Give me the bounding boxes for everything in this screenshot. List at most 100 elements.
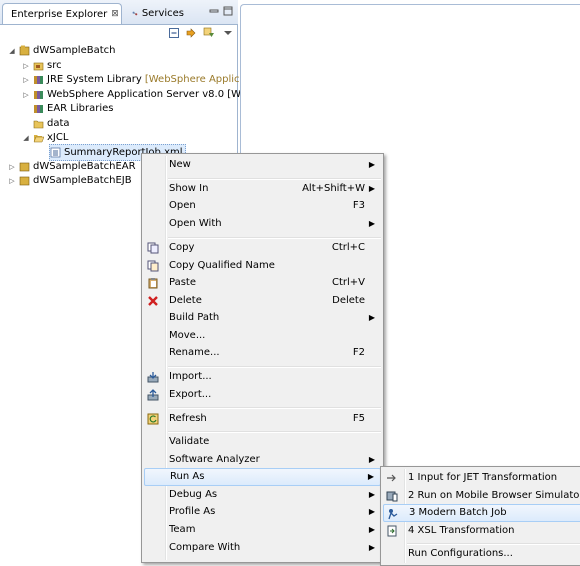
menu-item-validate[interactable]: Validate [144,433,381,451]
delete-icon [148,296,158,306]
menu-label: Run Configurations... [408,548,513,559]
tab-label-enterprise-explorer: Enterprise Explorer [11,8,108,20]
library-icon [34,91,43,99]
menu-label: 1 Input for JET Transformation [408,472,558,483]
project-icon [19,45,30,56]
menu-label: Copy Qualified Name [169,260,275,271]
menu-label: Debug As [169,489,218,500]
submenu-arrow-icon: ▶ [367,472,374,481]
filter-icon[interactable] [203,27,215,39]
menu-accelerator: Delete [332,295,365,306]
collapsed-icon[interactable]: ▷ [22,76,30,84]
collapsed-icon[interactable]: ▷ [22,62,30,70]
menu-label: Copy [169,242,195,253]
tree-item-jre-system-library[interactable]: ▷ JRE System Library [WebSphere Applicat… [22,72,265,87]
submenu-item-jet-transformation[interactable]: 1 Input for JET Transformation [383,469,580,487]
submenu-arrow-icon: ▶ [368,490,375,499]
tab-enterprise-explorer[interactable]: Enterprise Explorer ⊠ [2,3,122,24]
tree-label: src [47,60,62,71]
menu-item-rename[interactable]: Rename... F2 [144,344,381,362]
services-icon [132,11,138,16]
submenu-arrow-icon: ▶ [368,455,375,464]
menu-item-new[interactable]: New ▶ [144,156,381,174]
menu-label: 3 Modern Batch Job [409,507,507,518]
context-menu: New ▶ Show In Alt+Shift+W ▶ Open F3 Open Wit… [141,153,384,563]
menu-item-open-with[interactable]: Open With ▶ [144,215,381,233]
view-toolbar [0,24,238,42]
menu-label: Open With [169,218,222,229]
copy-qualified-icon [147,260,159,272]
menu-item-profile-as[interactable]: Profile As ▶ [144,503,381,521]
menu-label: Refresh [169,413,207,424]
submenu-item-run-configurations[interactable]: Run Configurations... [383,545,580,563]
tree-item-dwsamplebatch[interactable]: ◢ dWSampleBatch [8,43,115,58]
menu-item-export[interactable]: Export... [144,386,381,404]
menu-label: Open [169,200,196,211]
menu-item-refresh[interactable]: Refresh F5 [144,410,381,428]
expanded-icon[interactable]: ◢ [22,134,30,142]
menu-item-show-in[interactable]: Show In Alt+Shift+W ▶ [144,180,381,198]
copy-icon [147,242,159,254]
link-with-editor-icon[interactable] [185,27,197,39]
tab-services[interactable]: Services [128,3,188,24]
tree-label: xJCL [47,132,69,143]
project-icon [19,162,30,172]
collapse-all-icon[interactable] [168,27,180,39]
menu-separator [168,407,381,409]
library-icon [34,76,43,84]
menu-item-import[interactable]: Import... [144,368,381,386]
collapsed-icon[interactable]: ▷ [22,91,30,99]
menu-label: Move... [169,330,206,341]
submenu-item-modern-batch-job[interactable]: 3 Modern Batch Job [383,504,580,522]
tree-label: WebSphere Application Server v8.0 [WebSp… [47,89,269,100]
menu-label: Profile As [169,506,216,517]
submenu-arrow-icon: ▶ [368,160,375,169]
menu-label: Software Analyzer [169,454,260,465]
export-icon [147,389,159,401]
tree-item-xjcl[interactable]: ◢ xJCL [22,130,68,145]
expanded-icon[interactable]: ◢ [8,47,16,55]
menu-item-paste[interactable]: Paste Ctrl+V [144,274,381,292]
menu-item-move[interactable]: Move... [144,327,381,345]
tree-item-dwsamplebatchejb[interactable]: ▷ dWSampleBatchEJB [8,173,131,188]
menu-item-open[interactable]: Open F3 [144,197,381,215]
collapsed-icon[interactable]: ▷ [8,177,16,185]
import-icon [147,372,159,383]
tree-item-websphere-server[interactable]: ▷ WebSphere Application Server v8.0 [Web… [22,87,268,102]
mobile-simulator-icon [386,491,398,502]
project-icon [19,176,30,186]
collapsed-icon[interactable]: ▷ [8,163,16,171]
view-menu-icon[interactable] [222,27,234,39]
close-icon[interactable]: ⊠ [111,9,119,19]
maximize-icon[interactable] [222,5,234,17]
menu-item-copy-qualified-name[interactable]: Copy Qualified Name [144,257,381,275]
menu-item-copy[interactable]: Copy Ctrl+C [144,239,381,257]
tree-item-src[interactable]: ▷ src [22,58,62,73]
run-as-submenu: 1 Input for JET Transformation 2 Run on … [380,466,580,566]
tree-item-ear-libraries[interactable]: EAR Libraries [33,101,113,116]
menu-item-run-as[interactable]: Run As ▶ [144,468,381,486]
menu-item-compare-with[interactable]: Compare With ▶ [144,539,381,557]
menu-item-delete[interactable]: Delete Delete [144,292,381,310]
menu-label: Compare With [169,542,241,553]
tree-item-dwsamplebatchear[interactable]: ▷ dWSampleBatchEAR [8,159,136,174]
view-tab-bar: Enterprise Explorer ⊠ Services [0,0,238,25]
menu-item-build-path[interactable]: Build Path ▶ [144,309,381,327]
tree-label: JRE System Library [47,74,142,85]
tree-label: dWSampleBatchEAR [33,161,136,172]
submenu-arrow-icon: ▶ [368,525,375,534]
batch-job-icon [388,509,398,520]
tree-label: dWSampleBatch [33,45,116,56]
minimize-icon[interactable] [208,5,220,17]
menu-item-debug-as[interactable]: Debug As ▶ [144,486,381,504]
jet-transform-icon [387,474,396,482]
open-folder-icon [33,135,44,143]
menu-item-software-analyzer[interactable]: Software Analyzer ▶ [144,451,381,469]
submenu-item-mobile-browser-simulator[interactable]: 2 Run on Mobile Browser Simulator [383,487,580,505]
menu-item-team[interactable]: Team ▶ [144,521,381,539]
submenu-item-xsl-transformation[interactable]: 4 XSL Transformation [383,522,580,540]
submenu-arrow-icon: ▶ [368,507,375,516]
menu-label: Paste [169,277,196,288]
menu-accelerator: Alt+Shift+W [302,183,365,194]
tree-item-data[interactable]: data [33,116,70,131]
